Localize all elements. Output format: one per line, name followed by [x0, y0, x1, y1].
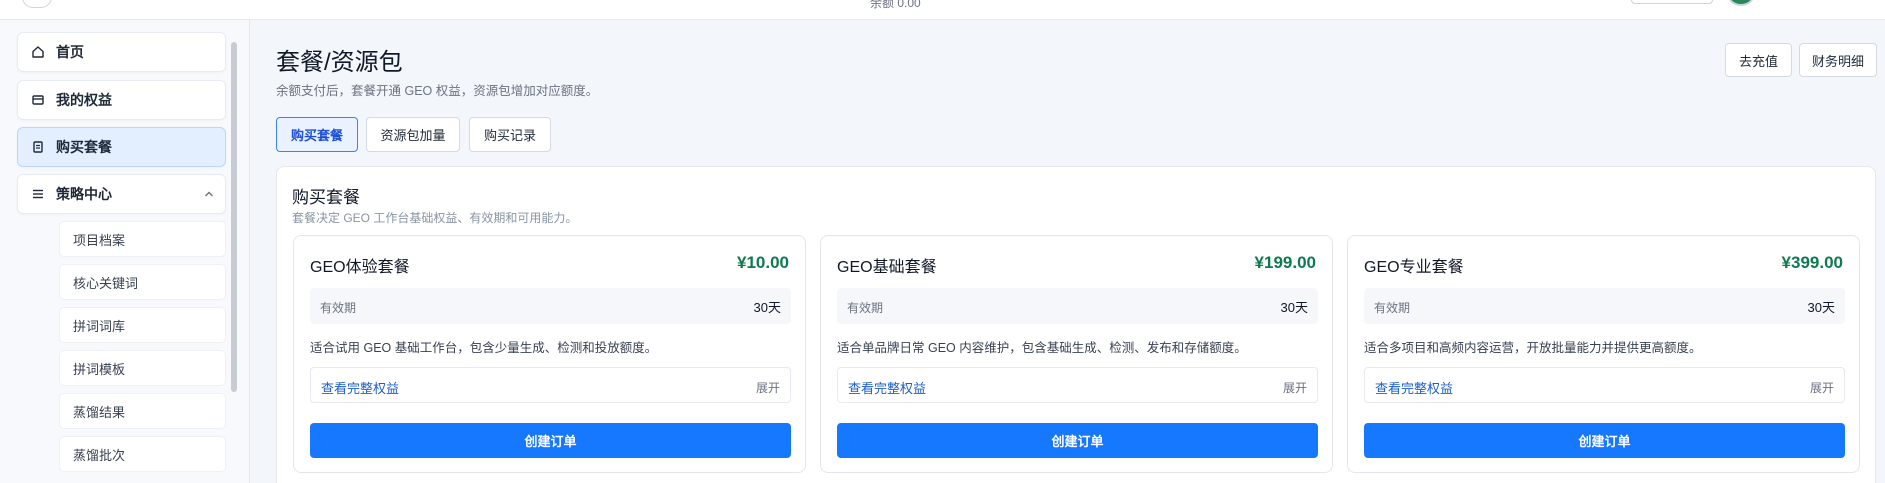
- plan-price: ¥199.00: [1254, 253, 1316, 272]
- expand-toggle[interactable]: 展开: [1810, 379, 1834, 396]
- chevron-up-icon[interactable]: [203, 187, 215, 203]
- sidebar-subitem-word-library[interactable]: 拼词词库: [59, 307, 226, 343]
- plan-price: ¥399.00: [1781, 253, 1843, 272]
- balance-text: 余额 0.00: [870, 0, 921, 10]
- sidebar-item-home[interactable]: 首页: [17, 32, 226, 72]
- page-title: 套餐/资源包: [276, 49, 403, 76]
- menu-icon: [30, 186, 46, 202]
- top-action-button[interactable]: [1631, 0, 1713, 4]
- sidebar-item-label: 策略中心: [56, 186, 112, 202]
- view-rights-link[interactable]: 查看完整权益: [321, 378, 399, 397]
- view-rights-link[interactable]: 查看完整权益: [1375, 378, 1453, 397]
- sidebar-item-label: 购买套餐: [56, 139, 112, 155]
- plan-rights-row[interactable]: 查看完整权益 展开: [837, 367, 1318, 403]
- avatar[interactable]: [1728, 0, 1754, 6]
- validity-value: 30天: [1280, 300, 1308, 315]
- sidebar-item-label: 首页: [56, 44, 84, 60]
- plan-description: 适合多项目和高频内容运营，开放批量能力并提供更高额度。: [1364, 341, 1702, 355]
- plan-validity-row: 有效期 30天: [837, 288, 1318, 324]
- validity-label: 有效期: [320, 301, 357, 315]
- plan-validity-row: 有效期 30天: [1364, 288, 1845, 324]
- plan-validity-row: 有效期 30天: [310, 288, 791, 324]
- sidebar-subitem-core-keywords[interactable]: 核心关键词: [59, 264, 226, 300]
- top-bar: 余额 0.00: [0, 0, 1885, 20]
- plan-name: GEO基础套餐: [837, 259, 937, 276]
- back-button[interactable]: [22, 0, 52, 8]
- plan-card-pro: GEO专业套餐 ¥399.00 有效期 30天 适合多项目和高频内容运营，开放批…: [1347, 235, 1860, 473]
- create-order-button[interactable]: 创建订单: [837, 423, 1318, 458]
- page-subtitle: 余额支付后，套餐开通 GEO 权益，资源包增加对应额度。: [276, 84, 599, 98]
- tab-resource-pack[interactable]: 资源包加量: [366, 117, 460, 152]
- validity-value: 30天: [1807, 300, 1835, 315]
- receipt-icon: [30, 139, 46, 155]
- panel-title: 购买套餐: [292, 188, 360, 207]
- plan-rights-row[interactable]: 查看完整权益 展开: [310, 367, 791, 403]
- validity-label: 有效期: [847, 301, 884, 315]
- create-order-button[interactable]: 创建订单: [1364, 423, 1845, 458]
- validity-label: 有效期: [1374, 301, 1411, 315]
- plan-name: GEO专业套餐: [1364, 259, 1464, 276]
- view-rights-link[interactable]: 查看完整权益: [848, 378, 926, 397]
- finance-detail-button[interactable]: 财务明细: [1799, 43, 1877, 77]
- sidebar-scrollbar[interactable]: [231, 42, 237, 392]
- plan-card-trial: GEO体验套餐 ¥10.00 有效期 30天 适合试用 GEO 基础工作台，包含…: [293, 235, 806, 473]
- recharge-button[interactable]: 去充值: [1725, 43, 1792, 77]
- tab-buy-plan[interactable]: 购买套餐: [276, 117, 358, 152]
- tab-purchase-records[interactable]: 购买记录: [469, 117, 551, 152]
- validity-value: 30天: [753, 300, 781, 315]
- sidebar-item-my-rights[interactable]: 我的权益: [17, 80, 226, 120]
- sidebar-subitem-distill-batch[interactable]: 蒸馏批次: [59, 436, 226, 472]
- plan-name: GEO体验套餐: [310, 259, 410, 276]
- plan-description: 适合试用 GEO 基础工作台，包含少量生成、检测和投放额度。: [310, 341, 658, 355]
- sidebar-item-label: 我的权益: [56, 92, 112, 108]
- home-icon: [30, 44, 46, 60]
- plan-description: 适合单品牌日常 GEO 内容维护，包含基础生成、检测、发布和存储额度。: [837, 341, 1247, 355]
- expand-toggle[interactable]: 展开: [756, 379, 780, 396]
- plan-rights-row[interactable]: 查看完整权益 展开: [1364, 367, 1845, 403]
- sidebar-item-strategy-center[interactable]: 策略中心: [17, 174, 226, 214]
- sidebar-subitem-distill-result[interactable]: 蒸馏结果: [59, 393, 226, 429]
- sidebar-subitem-word-template[interactable]: 拼词模板: [59, 350, 226, 386]
- card-icon: [30, 92, 46, 108]
- plan-price: ¥10.00: [737, 253, 789, 272]
- expand-toggle[interactable]: 展开: [1283, 379, 1307, 396]
- create-order-button[interactable]: 创建订单: [310, 423, 791, 458]
- sidebar-subitem-project-profile[interactable]: 项目档案: [59, 221, 226, 257]
- panel-subtitle: 套餐决定 GEO 工作台基础权益、有效期和可用能力。: [292, 211, 578, 225]
- sidebar-item-buy-plan[interactable]: 购买套餐: [17, 127, 226, 167]
- plan-card-basic: GEO基础套餐 ¥199.00 有效期 30天 适合单品牌日常 GEO 内容维护…: [820, 235, 1333, 473]
